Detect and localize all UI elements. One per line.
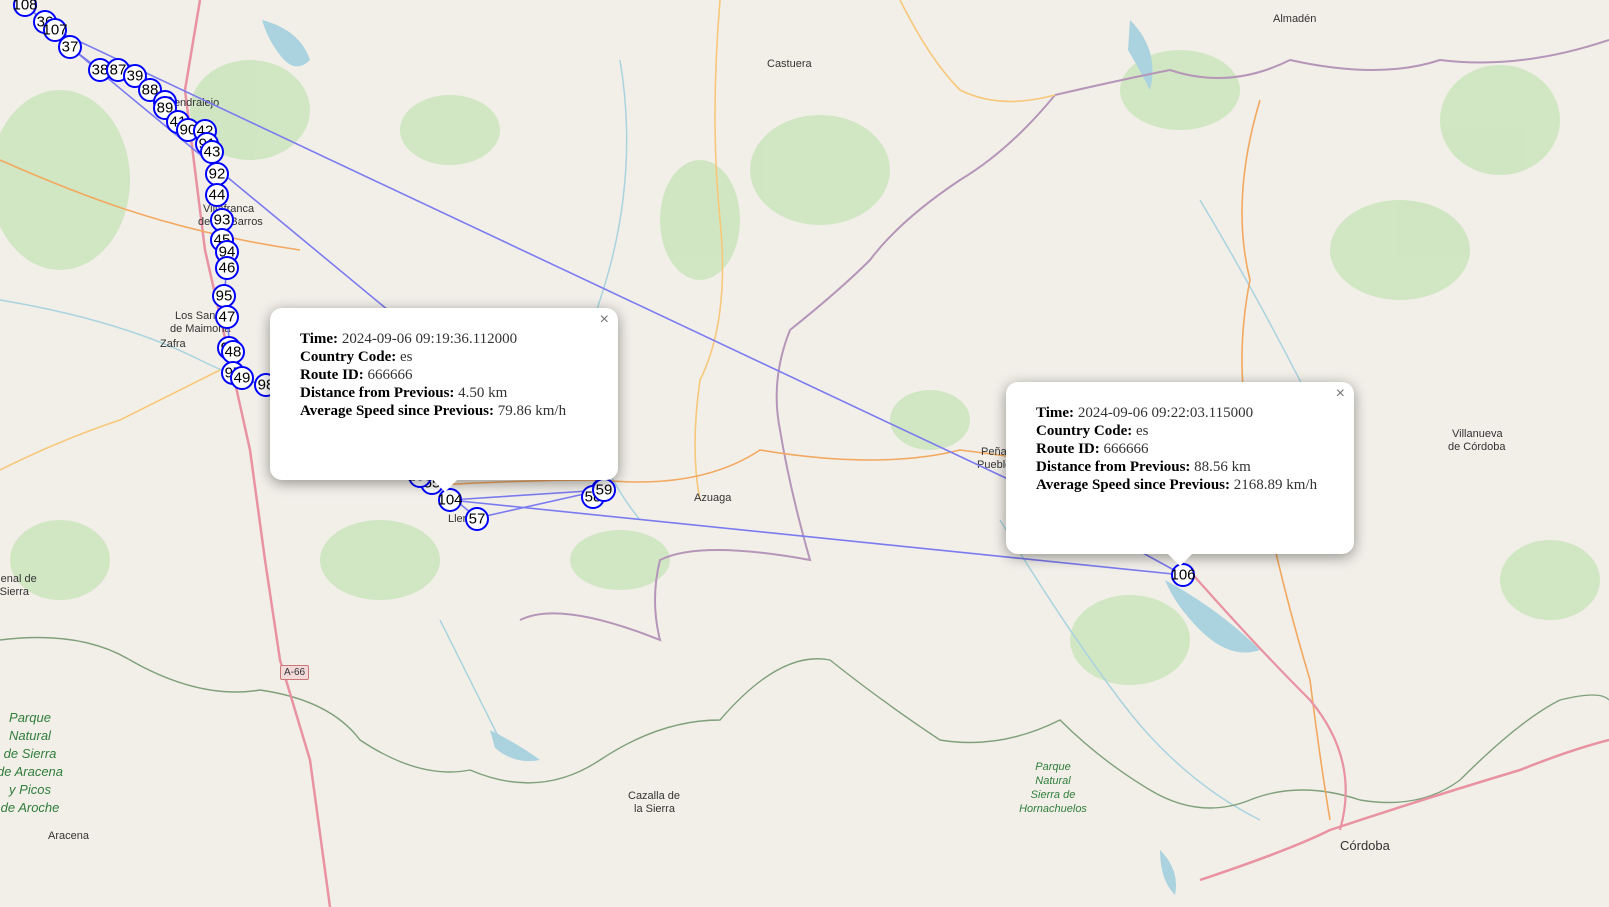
park-label: Hornachuelos <box>1019 803 1087 815</box>
country-value: es <box>400 349 413 365</box>
popup-tip <box>1168 554 1192 566</box>
park-label: Parque <box>9 710 51 725</box>
park-label: Natural <box>1035 775 1071 787</box>
popup-tip <box>433 480 457 492</box>
popup-distance-row: Distance from Previous: 4.50 km <box>300 384 598 402</box>
marker-label: 49 <box>234 370 251 387</box>
route-value: 666666 <box>367 367 413 383</box>
map-canvas[interactable]: Almadén Castuera Almendralejo Villafranc… <box>0 0 1609 907</box>
place-label: Castuera <box>767 58 813 70</box>
park-label: y Picos <box>8 782 51 797</box>
popup-country-row: Country Code: es <box>1036 422 1334 440</box>
marker-label: 38 <box>92 62 109 79</box>
route-marker[interactable]: 104 <box>437 488 463 512</box>
distance-label: Distance from Previous: <box>300 385 455 401</box>
place-label: Córdoba <box>1340 838 1391 853</box>
popup-country-row: Country Code: es <box>300 348 598 366</box>
time-label: Time: <box>1036 405 1075 421</box>
marker-label: 107 <box>42 22 67 39</box>
country-label: Country Code: <box>300 349 397 365</box>
place-label: la Sierra <box>0 586 30 598</box>
route-marker[interactable]: 59 <box>592 478 616 502</box>
route-marker[interactable]: 43 <box>200 140 224 164</box>
marker-label: 95 <box>216 288 233 305</box>
marker-label: 108 <box>12 0 37 14</box>
popup-close-button[interactable]: × <box>600 311 609 329</box>
place-label: Almadén <box>1273 13 1316 25</box>
marker-label: 93 <box>214 212 231 229</box>
speed-value: 2168.89 km/h <box>1233 477 1318 493</box>
marker-label: 48 <box>225 344 242 361</box>
route-value: 666666 <box>1103 441 1149 457</box>
park-label: Sierra de <box>1031 789 1076 801</box>
marker-label: 106 <box>1170 567 1195 584</box>
marker-label: 43 <box>204 144 221 161</box>
country-label: Country Code: <box>1036 423 1133 439</box>
route-label: Route ID: <box>300 367 364 383</box>
time-value: 2024-09-06 09:19:36.112000 <box>341 331 518 347</box>
province-boundaries <box>0 636 1609 809</box>
park-label: de Sierra <box>4 746 57 761</box>
route-marker[interactable]: 44 <box>205 183 229 207</box>
popup-close-button[interactable]: × <box>1336 385 1345 403</box>
time-label: Time: <box>300 331 339 347</box>
distance-label: Distance from Previous: <box>1036 459 1191 475</box>
marker-label: 47 <box>219 309 236 326</box>
route-marker[interactable]: 37 <box>58 35 82 59</box>
speed-value: 79.86 km/h <box>497 403 567 419</box>
speed-label: Average Speed since Previous: <box>1036 477 1230 493</box>
popup-time-row: Time: 2024-09-06 09:19:36.112000 <box>300 330 598 348</box>
marker-label: 92 <box>209 166 226 183</box>
time-value: 2024-09-06 09:22:03.115000 <box>1077 405 1254 421</box>
place-label: de Córdoba <box>1448 441 1506 453</box>
place-label: Fregenal de <box>0 573 37 585</box>
park-label: Parque <box>1035 761 1070 773</box>
popup-speed-row: Average Speed since Previous: 79.86 km/h <box>300 402 598 420</box>
park-labels: Parque Natural de Sierra de Aracena y Pi… <box>0 710 1087 815</box>
distance-value: 4.50 km <box>458 385 508 401</box>
route-marker[interactable]: 108 <box>12 0 38 17</box>
route-marker[interactable]: 49 <box>230 366 254 390</box>
route-marker[interactable]: 95 <box>212 284 236 308</box>
place-label: Azuaga <box>694 492 732 504</box>
route-marker[interactable]: 93 <box>210 208 234 232</box>
place-label: Villanueva <box>1452 428 1503 440</box>
route-marker[interactable]: 47 <box>215 305 239 329</box>
speed-label: Average Speed since Previous: <box>300 403 494 419</box>
route-marker[interactable]: 48 <box>221 340 245 364</box>
country-value: es <box>1136 423 1149 439</box>
route-marker[interactable]: 92 <box>205 162 229 186</box>
marker-label: 59 <box>596 482 613 499</box>
road-shield-a66: A-66 <box>280 665 310 680</box>
marker-label: 46 <box>219 260 236 277</box>
route-marker[interactable]: 57 <box>465 507 489 531</box>
route-marker[interactable]: 46 <box>215 256 239 280</box>
marker-popup: × Time: 2024-09-06 09:22:03.115000 Count… <box>1006 382 1354 554</box>
marker-label: 37 <box>62 39 79 56</box>
place-label: Zafra <box>160 338 187 350</box>
distance-value: 88.56 km <box>1194 459 1251 475</box>
route-label: Route ID: <box>1036 441 1100 457</box>
popup-speed-row: Average Speed since Previous: 2168.89 km… <box>1036 476 1334 494</box>
marker-label: 57 <box>469 511 486 528</box>
place-label: Cazalla de <box>628 790 680 802</box>
park-label: de Aroche <box>1 800 60 815</box>
marker-label: 44 <box>209 187 226 204</box>
popup-distance-row: Distance from Previous: 88.56 km <box>1036 458 1334 476</box>
marker-label: 104 <box>437 492 462 509</box>
popup-time-row: Time: 2024-09-06 09:22:03.115000 <box>1036 404 1334 422</box>
popup-route-row: Route ID: 666666 <box>300 366 598 384</box>
marker-popup: × Time: 2024-09-06 09:19:36.112000 Count… <box>270 308 618 480</box>
route-marker[interactable]: 106 <box>1170 563 1196 587</box>
popup-route-row: Route ID: 666666 <box>1036 440 1334 458</box>
place-label: la Sierra <box>634 803 676 815</box>
park-label: de Aracena <box>0 764 63 779</box>
park-label: Natural <box>9 728 52 743</box>
place-label: Aracena <box>48 830 90 842</box>
